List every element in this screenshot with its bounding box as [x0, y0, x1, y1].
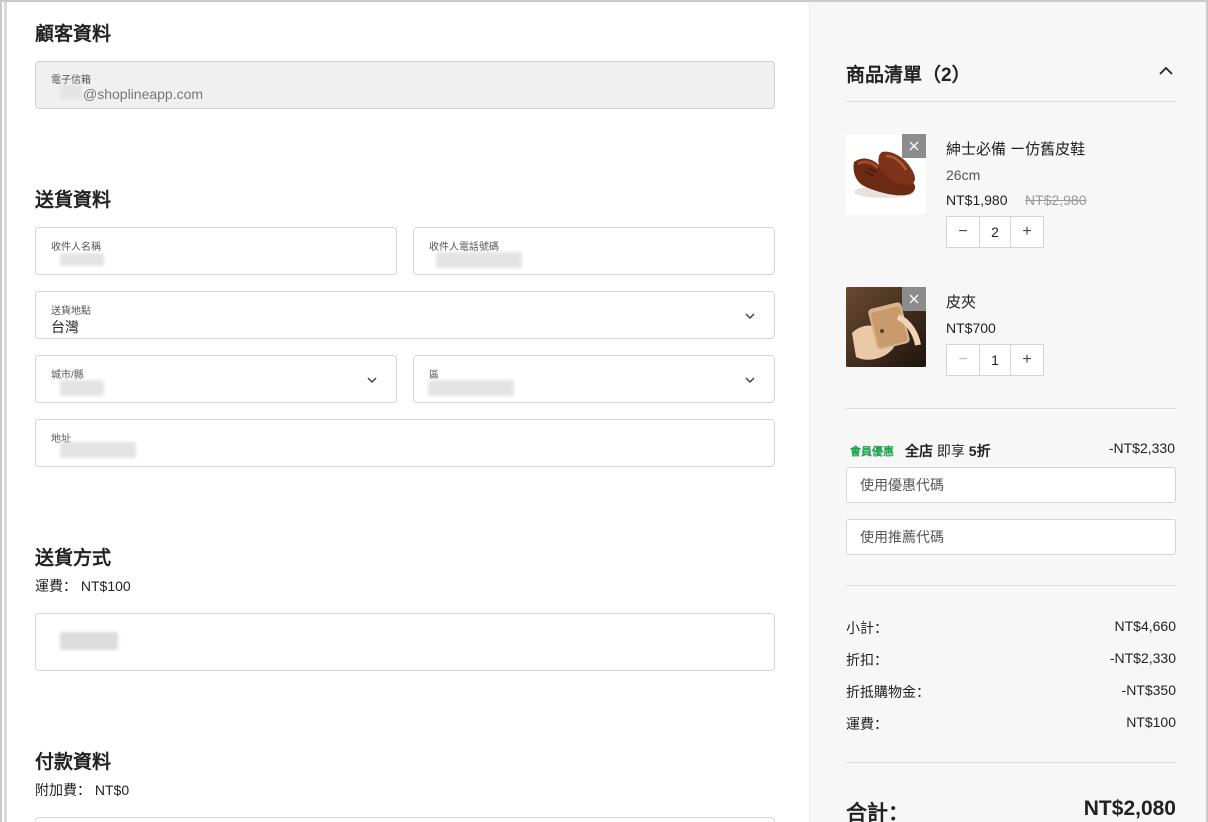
- order-summary-sidebar: 商品清單（2） 紳士必備 ー仿舊皮鞋 26cm NT$1,980 NT$2,98…: [809, 2, 1206, 822]
- recipient-phone-redacted: [436, 252, 522, 268]
- promo-description: 全店 即享 5折: [905, 441, 991, 461]
- recipient-phone-field[interactable]: 收件人電話號碼: [413, 227, 775, 275]
- checkout-page: 顧客資料 電子信箱 @shoplineapp.com 送貨資料 收件人名稱 收件…: [0, 0, 1208, 822]
- total-value: NT$2,080: [1083, 797, 1176, 820]
- divider: [846, 408, 1176, 409]
- store-credit-value: -NT$350: [1121, 682, 1176, 698]
- checkout-form: 顧客資料 電子信箱 @shoplineapp.com 送貨資料 收件人名稱 收件…: [7, 2, 809, 822]
- decrease-qty-button[interactable]: −: [947, 217, 979, 247]
- city-label: 城市/縣: [51, 370, 84, 381]
- recipient-name-field[interactable]: 收件人名稱: [35, 227, 397, 275]
- member-promo-tag: 會員優惠: [850, 446, 894, 458]
- subtotal-label: 小計：: [846, 620, 888, 636]
- payment-section-title: 付款資料: [35, 752, 112, 773]
- remove-item-button[interactable]: [902, 287, 926, 311]
- product-variant: 26cm: [946, 167, 981, 183]
- email-field-label: 電子信箱: [51, 75, 91, 86]
- product-price: NT$1,980: [946, 192, 1008, 208]
- shipping-fee-label: 運費：: [846, 716, 888, 732]
- remove-item-button[interactable]: [902, 134, 926, 158]
- payment-surcharge-text: 附加費： NT$0: [35, 782, 130, 798]
- total-label: 合計：: [846, 802, 909, 822]
- shipping-fee-value: NT$100: [1126, 714, 1176, 730]
- shipping-method-redacted: [60, 632, 118, 650]
- discount-label: 折扣：: [846, 652, 888, 668]
- address-field[interactable]: 地址: [35, 419, 775, 467]
- promo-text-middle: 即享: [936, 443, 965, 459]
- close-icon: [909, 294, 919, 304]
- email-field-value: @shoplineapp.com: [83, 86, 204, 102]
- recipient-name-redacted: [60, 253, 104, 266]
- cart-title: 商品清單（2）: [846, 65, 971, 86]
- address-redacted: [60, 442, 136, 458]
- close-icon: [909, 141, 919, 151]
- district-label: 區: [429, 370, 439, 381]
- product-original-price: NT$2,980: [1025, 192, 1087, 208]
- quantity-stepper: − 1 +: [946, 344, 1044, 376]
- district-redacted: [428, 380, 514, 396]
- shipping-location-select[interactable]: 送貨地點 台灣: [35, 291, 775, 339]
- chevron-down-icon: [745, 377, 755, 384]
- divider: [846, 585, 1176, 586]
- city-redacted: [60, 380, 104, 396]
- divider: [846, 762, 1176, 763]
- promo-text-prefix: 全店: [905, 443, 933, 459]
- recipient-name-label: 收件人名稱: [51, 242, 101, 253]
- coupon-code-input[interactable]: 使用優惠代碼: [846, 467, 1176, 503]
- store-credit-label: 折抵購物金：: [846, 684, 930, 700]
- product-name: 皮夾: [946, 294, 977, 311]
- email-redacted: [60, 85, 82, 99]
- referral-code-input[interactable]: 使用推薦代碼: [846, 519, 1176, 555]
- subtotal-value: NT$4,660: [1114, 618, 1176, 634]
- delivery-section-title: 送貨資料: [35, 190, 112, 211]
- quantity-value[interactable]: 1: [979, 345, 1011, 375]
- chevron-up-icon[interactable]: [1157, 62, 1175, 80]
- product-price: NT$700: [946, 320, 996, 336]
- email-field[interactable]: 電子信箱 @shoplineapp.com: [35, 61, 775, 109]
- discount-value: -NT$2,330: [1109, 650, 1176, 666]
- shipping-location-value: 台灣: [51, 319, 79, 335]
- increase-qty-button[interactable]: +: [1011, 345, 1043, 375]
- divider: [846, 101, 1176, 102]
- quantity-stepper: − 2 +: [946, 216, 1044, 248]
- decrease-qty-button[interactable]: −: [947, 345, 979, 375]
- recipient-phone-label: 收件人電話號碼: [429, 242, 499, 253]
- city-select[interactable]: 城市/縣: [35, 355, 397, 403]
- promo-amount: -NT$2,330: [1108, 440, 1175, 456]
- promo-text-suffix: 5折: [968, 443, 991, 459]
- chevron-down-icon: [367, 377, 377, 384]
- product-name: 紳士必備 ー仿舊皮鞋: [946, 141, 1086, 158]
- shipping-fee-text: 運費： NT$100: [35, 578, 131, 594]
- chevron-down-icon: [745, 313, 755, 320]
- quantity-value[interactable]: 2: [979, 217, 1011, 247]
- district-select[interactable]: 區: [413, 355, 775, 403]
- payment-method-option[interactable]: [35, 817, 775, 822]
- shipping-method-title: 送貨方式: [35, 548, 112, 569]
- increase-qty-button[interactable]: +: [1011, 217, 1043, 247]
- shipping-method-option[interactable]: [35, 613, 775, 671]
- customer-section-title: 顧客資料: [35, 24, 112, 45]
- shipping-location-label: 送貨地點: [51, 306, 91, 317]
